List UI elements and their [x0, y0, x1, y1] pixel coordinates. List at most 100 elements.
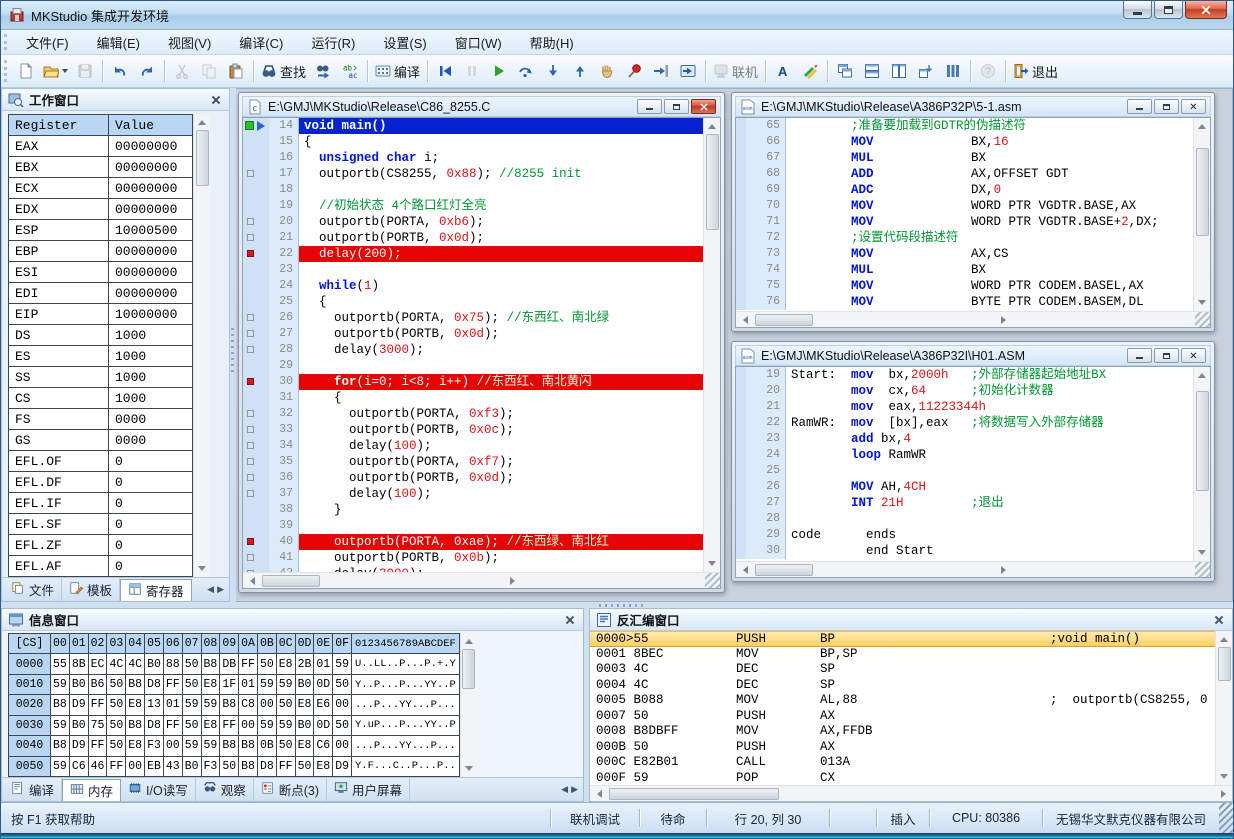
redo-button[interactable]	[134, 58, 160, 84]
gutter-margin[interactable]	[243, 470, 269, 486]
tab-user-screen[interactable]: 用户屏幕	[327, 778, 410, 801]
scrollbar-thumb[interactable]	[262, 575, 320, 587]
menu-window[interactable]: 窗口(W)	[441, 30, 516, 55]
gutter-margin[interactable]	[243, 550, 269, 566]
open-file-button[interactable]	[40, 58, 71, 84]
breakpoint-marker-icon[interactable]	[247, 378, 254, 385]
scroll-down-icon[interactable]	[1216, 769, 1233, 785]
disassembly-listing[interactable]: 0000>55PUSHBP;void main()0001 8BECMOVBP,…	[590, 631, 1215, 785]
scroll-left-icon[interactable]	[736, 312, 753, 328]
restore-button[interactable]	[1154, 1, 1183, 19]
gutter-margin[interactable]	[736, 118, 746, 134]
gutter-margin[interactable]	[736, 479, 746, 495]
asm2-title-bar[interactable]: asm E:\GMJ\MKStudio\Release\A386P32I\H01…	[735, 345, 1211, 366]
scrollbar-thumb[interactable]	[706, 134, 719, 230]
restore-button[interactable]	[664, 99, 689, 114]
menu-view[interactable]: 视图(V)	[154, 30, 225, 55]
gutter-margin[interactable]	[736, 182, 746, 198]
gutter-margin[interactable]	[736, 150, 746, 166]
gutter-margin[interactable]	[243, 214, 269, 230]
font-button[interactable]: A	[770, 58, 796, 84]
scroll-up-icon[interactable]	[194, 114, 211, 130]
compile-button[interactable]: 编译	[372, 58, 423, 84]
undo-button[interactable]	[107, 58, 133, 84]
gutter-margin[interactable]	[736, 278, 746, 294]
gutter-margin[interactable]	[736, 511, 746, 527]
gutter-margin[interactable]	[736, 367, 746, 383]
statement-marker-icon[interactable]	[247, 570, 254, 572]
scrollbar-thumb[interactable]	[1196, 391, 1209, 491]
gutter-margin[interactable]	[736, 527, 746, 543]
gutter-margin[interactable]	[243, 454, 269, 470]
breakpoint-button[interactable]	[621, 58, 647, 84]
tab-scroll-right-icon[interactable]: ▶	[571, 784, 578, 795]
gutter-margin[interactable]	[243, 374, 269, 390]
replace-button[interactable]: abac	[337, 58, 363, 84]
scrollbar-thumb[interactable]	[196, 130, 209, 186]
statement-marker-icon[interactable]	[247, 170, 254, 177]
asm1-hscrollbar[interactable]	[736, 311, 1210, 327]
c86-vscrollbar[interactable]	[703, 118, 720, 572]
paste-button[interactable]	[223, 58, 249, 84]
breakpoint-marker-icon[interactable]	[247, 538, 254, 545]
asm1-title-bar[interactable]: asm E:\GMJ\MKStudio\Release\A386P32P\5-1…	[735, 96, 1211, 117]
gutter-margin[interactable]	[736, 543, 746, 559]
gutter-margin[interactable]	[243, 278, 269, 294]
arrange-button[interactable]	[913, 58, 939, 84]
minimize-button[interactable]	[1123, 1, 1152, 19]
gutter-margin[interactable]	[243, 390, 269, 406]
exit-button[interactable]: 退出	[1010, 58, 1061, 84]
disassembly-hscrollbar[interactable]	[590, 785, 1232, 801]
scrollbar-thumb[interactable]	[1218, 647, 1231, 681]
gutter-margin[interactable]	[736, 463, 746, 479]
gutter-margin[interactable]	[243, 134, 269, 150]
scrollbar-thumb[interactable]	[1196, 148, 1209, 236]
find-next-button[interactable]	[310, 58, 336, 84]
close-button[interactable]	[1185, 1, 1227, 19]
gutter-margin[interactable]	[736, 294, 746, 310]
workspace-close-icon[interactable]	[209, 93, 223, 107]
workspace-scrollbar[interactable]	[193, 114, 210, 577]
scrollbar-thumb[interactable]	[609, 788, 779, 800]
close-button[interactable]	[1181, 99, 1206, 114]
asm1-vscrollbar[interactable]	[1193, 118, 1210, 311]
scroll-left-icon[interactable]	[736, 562, 753, 578]
gutter-margin[interactable]	[736, 447, 746, 463]
gutter-margin[interactable]	[243, 326, 269, 342]
gutter-margin[interactable]	[243, 198, 269, 214]
scroll-down-icon[interactable]	[1194, 545, 1211, 561]
statement-marker-icon[interactable]	[247, 218, 254, 225]
statement-marker-icon[interactable]	[247, 346, 254, 353]
gutter-margin[interactable]	[243, 150, 269, 166]
colors-button[interactable]	[797, 58, 823, 84]
resize-grip[interactable]	[705, 573, 720, 589]
menu-compile[interactable]: 编译(C)	[225, 30, 297, 55]
statement-marker-icon[interactable]	[247, 330, 254, 337]
cascade-button[interactable]	[832, 58, 858, 84]
resize-grip[interactable]	[1195, 312, 1210, 328]
run-button[interactable]	[486, 58, 512, 84]
scroll-down-icon[interactable]	[194, 561, 211, 577]
tab-io[interactable]: I/O读写	[121, 778, 196, 801]
statement-marker-icon[interactable]	[247, 490, 254, 497]
gutter-margin[interactable]	[243, 246, 269, 262]
gutter-margin[interactable]	[243, 342, 269, 358]
breakpoint-marker-icon[interactable]	[247, 250, 254, 257]
gutter-margin[interactable]	[243, 406, 269, 422]
tile-vertical-button[interactable]	[886, 58, 912, 84]
tab-scroll-left-icon[interactable]: ◀	[207, 584, 214, 595]
gutter-margin[interactable]	[243, 230, 269, 246]
menu-help[interactable]: 帮助(H)	[516, 30, 588, 55]
scroll-right-icon[interactable]	[1215, 786, 1232, 802]
gutter-margin[interactable]	[736, 246, 746, 262]
disassembly-vscrollbar[interactable]	[1215, 631, 1232, 785]
scroll-down-icon[interactable]	[460, 761, 477, 777]
asm2-code-area[interactable]: 19Start: mov bx,2000h ;外部存储器起始地址BX20 mov…	[736, 367, 1193, 561]
statement-marker-icon[interactable]	[247, 314, 254, 321]
scroll-right-icon[interactable]	[996, 312, 1013, 328]
reset-button[interactable]	[432, 58, 458, 84]
menu-settings[interactable]: 设置(S)	[369, 30, 440, 55]
scroll-right-icon[interactable]	[996, 562, 1013, 578]
scroll-up-icon[interactable]	[704, 118, 721, 134]
gutter-margin[interactable]	[736, 214, 746, 230]
